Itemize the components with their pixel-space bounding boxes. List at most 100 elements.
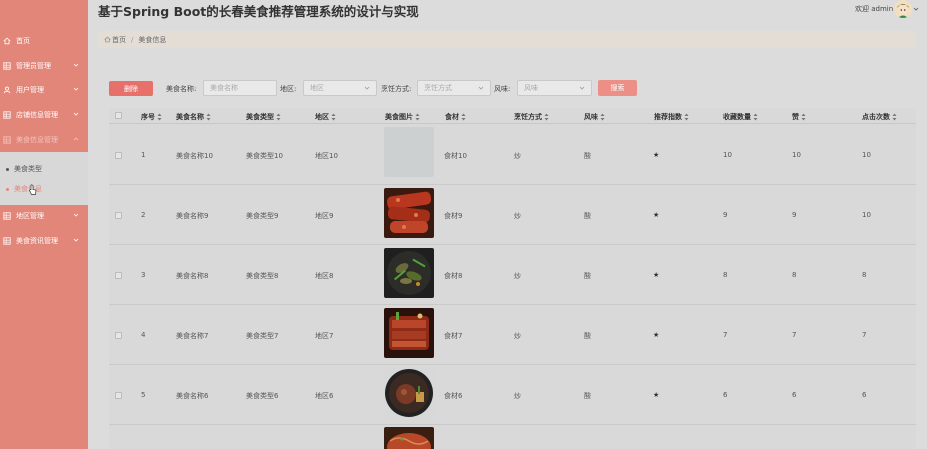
sidebar-item-food[interactable]: 美食信息管理: [0, 127, 88, 152]
submenu-item-label: 美食类型: [14, 165, 42, 173]
table-row: 1 美食名称10 美食类型10 地区10 食材10 炒 酸 ★ 10 10 10: [109, 125, 916, 185]
sidebar-item-region[interactable]: 地区管理: [0, 203, 88, 228]
sidebar-item-admin[interactable]: 管理员管理: [0, 53, 88, 78]
header-no[interactable]: 序号: [141, 112, 162, 122]
header-ingredient[interactable]: 食材: [445, 112, 466, 122]
chevron-up-icon: [73, 137, 79, 141]
header-label: 美食图片: [385, 113, 413, 121]
sidebar-item-home[interactable]: 首页: [0, 28, 88, 53]
chevron-down-icon[interactable]: [913, 6, 919, 12]
header-clicks[interactable]: 点击次数: [862, 112, 897, 122]
cell-rating-star-icon: ★: [653, 211, 660, 219]
region-placeholder: 地区: [310, 84, 324, 92]
breadcrumb-current: 美食信息: [138, 35, 167, 44]
cell-name: 美食名称7: [176, 332, 209, 340]
cell-likes: 7: [792, 331, 797, 339]
row-checkbox[interactable]: [115, 152, 122, 159]
sidebar-item-users[interactable]: 用户管理: [0, 77, 88, 102]
cell-likes: 6: [792, 391, 797, 399]
cell-no: 4: [141, 331, 146, 339]
cell-cook: 炒: [514, 212, 521, 220]
cell-cook: 炒: [514, 392, 521, 400]
food-photo-braised-pork-icon: [384, 308, 434, 358]
cell-type: 美食类型9: [246, 212, 279, 220]
row-checkbox[interactable]: [115, 332, 122, 339]
cell-ingredient: 食材9: [444, 212, 463, 220]
avatar[interactable]: [894, 0, 912, 18]
header-image[interactable]: 美食图片: [385, 112, 420, 122]
cell-region: 地区7: [315, 332, 334, 340]
header-label: 收藏数量: [723, 113, 751, 121]
grid-icon: [3, 110, 11, 119]
sidebar-item-label: 首页: [16, 36, 30, 45]
user-icon: [3, 86, 11, 93]
chevron-down-icon: [579, 86, 585, 90]
food-name-input[interactable]: 美食名称: [203, 80, 277, 96]
header-likes[interactable]: 赞: [792, 112, 806, 122]
delete-button[interactable]: 删除: [109, 81, 153, 96]
row-checkbox[interactable]: [115, 272, 122, 279]
food-image: [384, 427, 434, 449]
header-label: 推荐指数: [654, 113, 682, 121]
cell-region: 地区6: [315, 392, 334, 400]
region-label: 地区:: [280, 85, 297, 93]
chevron-down-icon: [73, 112, 79, 116]
sidebar: 首页 管理员管理 用户管理 店铺信息管理 美食信息管理 美食类型 美食信息 地区…: [0, 0, 88, 449]
home-icon: [3, 37, 11, 44]
submenu-item-food-type[interactable]: 美食类型: [6, 164, 42, 174]
cell-flavor: 酸: [584, 392, 591, 400]
cell-region: 地区9: [315, 212, 334, 220]
table-header: 序号 美食名称 美食类型 地区 美食图片 食材 烹饪方式 风味 推荐指数 收藏数…: [109, 108, 916, 124]
sidebar-item-shop[interactable]: 店铺信息管理: [0, 102, 88, 127]
sidebar-item-label: 用户管理: [16, 85, 44, 94]
cell-clicks: 10: [862, 211, 871, 219]
chevron-down-icon: [73, 238, 79, 242]
cell-favorites: 6: [723, 391, 728, 399]
search-button[interactable]: 搜索: [598, 80, 637, 96]
cell-rating-star-icon: ★: [653, 151, 660, 159]
cell-favorites: 7: [723, 331, 728, 339]
food-name-placeholder: 美食名称: [210, 84, 238, 92]
cell-name: 美食名称10: [176, 152, 213, 160]
header-favorites[interactable]: 收藏数量: [723, 112, 758, 122]
flavor-select[interactable]: 风味: [517, 80, 592, 96]
header-type[interactable]: 美食类型: [246, 112, 281, 122]
grid-icon: [3, 135, 11, 144]
header-label: 烹饪方式: [514, 113, 542, 121]
cook-method-placeholder: 烹饪方式: [424, 84, 452, 92]
grid-icon: [3, 211, 11, 220]
header-flavor[interactable]: 风味: [584, 112, 605, 122]
cell-likes: 10: [792, 151, 801, 159]
sort-icon: [331, 113, 336, 121]
cook-method-select[interactable]: 烹饪方式: [417, 80, 491, 96]
food-photo-stirfry-icon: [384, 248, 434, 298]
chevron-down-icon: [73, 213, 79, 217]
table-row: 3 美食名称8 美食类型8 地区8 食材8 炒 酸 ★ 8 8 8: [109, 245, 916, 305]
header-cook[interactable]: 烹饪方式: [514, 112, 549, 122]
breadcrumb-home[interactable]: 首页: [112, 35, 126, 45]
table-row: 2 美食名称9 美食类型9 地区9 食材9 炒 酸 ★ 9 9 10: [109, 185, 916, 245]
grid-icon: [3, 236, 11, 245]
sort-icon: [892, 113, 897, 121]
cell-rating-star-icon: ★: [653, 271, 660, 279]
select-all-checkbox[interactable]: [115, 112, 122, 119]
header-region[interactable]: 地区: [315, 112, 336, 122]
cell-ingredient: 食材6: [444, 392, 463, 400]
row-checkbox[interactable]: [115, 212, 122, 219]
header-rating[interactable]: 推荐指数: [654, 112, 689, 122]
cell-no: 1: [141, 151, 146, 159]
food-image: [384, 248, 434, 298]
bullet-icon: [6, 167, 9, 171]
region-select[interactable]: 地区: [303, 80, 377, 96]
row-checkbox[interactable]: [115, 392, 122, 399]
chevron-down-icon: [478, 86, 484, 90]
submenu-item-food-info[interactable]: 美食信息: [6, 184, 42, 195]
header-label: 地区: [315, 113, 329, 121]
header-name[interactable]: 美食名称: [176, 112, 211, 122]
food-photo-noodles-icon: [384, 427, 434, 449]
sort-icon: [544, 113, 549, 121]
sidebar-item-news[interactable]: 美食资讯管理: [0, 228, 88, 253]
cell-cook: 炒: [514, 272, 521, 280]
header-label: 美食名称: [176, 113, 204, 121]
sort-icon: [461, 113, 466, 121]
